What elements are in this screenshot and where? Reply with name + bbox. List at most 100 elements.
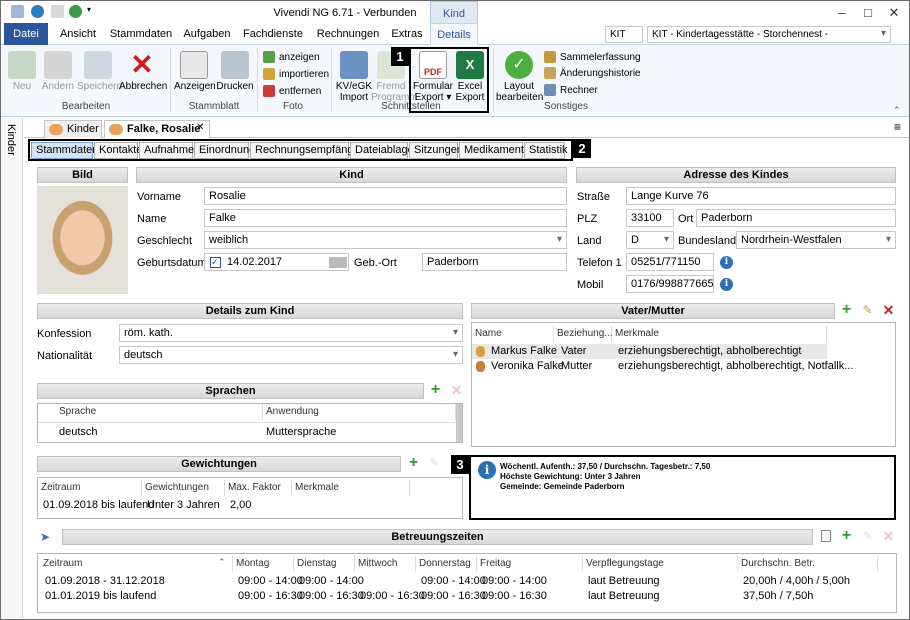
gewichtungen-col-merkmale[interactable]: Merkmale <box>292 480 410 496</box>
foto-anzeigen-button[interactable]: anzeigen <box>263 50 320 65</box>
eltern-col-merkmale[interactable]: Merkmale <box>612 326 827 342</box>
tab-datei[interactable]: Datei <box>4 23 48 45</box>
telefon-field[interactable]: 05251/771150 <box>626 253 714 271</box>
name-field[interactable]: Falke <box>204 209 567 227</box>
calendar-picker-icon[interactable] <box>329 257 347 268</box>
betreuung-col-dienstag[interactable]: Dienstag <box>294 556 355 572</box>
nationalitaet-select[interactable]: deutsch <box>119 346 463 364</box>
nationalitaet-label: Nationalität <box>37 350 93 362</box>
tab-aufgaben[interactable]: Aufgaben <box>179 23 235 45</box>
konfession-select[interactable]: röm. kath. <box>119 324 463 342</box>
side-panel-kinder[interactable]: Kinder <box>1 118 23 618</box>
tab-menu-icon[interactable]: ≡ <box>894 120 901 134</box>
gewichtungen-header: Gewichtungen <box>37 456 401 472</box>
document-preview-icon <box>180 51 208 79</box>
children-icon <box>49 124 63 135</box>
sprachen-col-anwendung[interactable]: Anwendung <box>263 404 456 420</box>
betreuung-col-mittwoch[interactable]: Mittwoch <box>355 556 416 572</box>
eltern-edit-icon[interactable]: ✎ <box>861 304 874 317</box>
sammelerfassung-button[interactable]: Sammelerfassung <box>544 50 641 65</box>
drucken-button[interactable]: Drucken <box>216 51 254 92</box>
bundesland-select[interactable]: Nordrhein-Westfalen <box>736 231 896 249</box>
gewichtungen-col-faktor[interactable]: Max. Faktor <box>225 480 292 496</box>
rechner-button[interactable]: Rechner <box>544 83 598 98</box>
photo-remove-icon <box>263 85 275 97</box>
eltern-delete-icon[interactable]: ✕ <box>882 303 895 317</box>
foto-importieren-button[interactable]: importieren <box>263 67 329 82</box>
betreuung-col-freitag[interactable]: Freitag <box>477 556 583 572</box>
tab-details[interactable]: Details <box>430 23 478 45</box>
table-row[interactable]: Veronika Falke Mutter erziehungsberechti… <box>472 359 853 374</box>
abbrechen-button[interactable]: ✕ Abbrechen <box>119 51 167 93</box>
calculator-icon <box>544 84 556 96</box>
strasse-field[interactable]: Lange Kurve 76 <box>626 187 896 205</box>
eltern-col-beziehung[interactable]: Beziehung... <box>554 326 613 342</box>
telefon-info-icon[interactable]: i <box>720 256 733 269</box>
gebort-field[interactable]: Paderborn <box>422 253 567 271</box>
stammblatt-anzeigen-button[interactable]: Anzeigen <box>174 51 216 92</box>
neu-button[interactable]: Neu <box>7 51 37 92</box>
betreuung-col-donnerstag[interactable]: Donnerstag <box>416 556 477 572</box>
betreuung-col-betreuung[interactable]: Durchschn. Betr. <box>738 556 878 572</box>
eltern-col-name[interactable]: Name <box>472 326 554 342</box>
eltern-add-icon[interactable]: + <box>840 302 853 318</box>
betreuung-col-montag[interactable]: Montag <box>233 556 294 572</box>
pin-icon[interactable]: ➤ <box>40 530 50 544</box>
table-row[interactable]: Markus Falke Vater erziehungsberechtigt,… <box>472 344 827 359</box>
date-checkbox-icon[interactable]: ✓ <box>210 257 221 268</box>
betreuung-delete-icon[interactable]: ✕ <box>882 529 895 543</box>
speichern-button[interactable]: Speichern <box>77 51 122 92</box>
vorname-field[interactable]: Rosalie <box>204 187 567 205</box>
plz-field[interactable]: 33100 <box>626 209 674 227</box>
ort-field[interactable]: Paderborn <box>696 209 896 227</box>
gewichtungen-col-zeitraum[interactable]: Zeitraum <box>38 480 142 496</box>
doc-tab-kinder[interactable]: Kinder <box>44 120 102 138</box>
tab-extras[interactable]: Extras <box>387 23 427 45</box>
sprachen-col-sprache[interactable]: Sprache <box>56 404 263 420</box>
sprachen-scrollbar[interactable] <box>456 404 462 442</box>
sprachen-add-icon[interactable]: + <box>429 382 442 398</box>
table-row[interactable]: deutsch Muttersprache <box>38 422 456 440</box>
org-select[interactable]: KIT - Kindertagesstätte - Storchennest - <box>647 26 891 43</box>
doc-tab-person[interactable]: Falke, Rosalie <box>104 120 210 138</box>
table-row[interactable]: 01.09.2018 - 31.12.2018 09:00 - 14:00 09… <box>38 574 896 589</box>
land-label: Land <box>577 235 602 247</box>
tab-ansicht[interactable]: Ansicht <box>53 23 103 45</box>
sort-ascending-icon[interactable]: ⌃ <box>218 557 226 568</box>
table-row[interactable]: 01.09.2018 bis laufend Unter 3 Jahren 2,… <box>38 498 462 514</box>
group-label-foto: Foto <box>282 101 303 112</box>
betreuung-edit-icon[interactable]: ✎ <box>861 530 874 543</box>
restore-button[interactable]: □ <box>857 4 879 22</box>
aenderungshistorie-button[interactable]: Änderungshistorie <box>544 66 641 81</box>
geschlecht-select[interactable]: weiblich <box>204 231 567 249</box>
tab-fachdienste[interactable]: Fachdienste <box>241 23 305 45</box>
konfession-label: Konfession <box>37 328 92 340</box>
org-short-field[interactable]: KIT <box>605 26 643 43</box>
mobil-info-icon[interactable]: i <box>720 278 733 291</box>
table-row[interactable]: 01.01.2019 bis laufend 09:00 - 16:30 09:… <box>38 589 896 604</box>
tab-rechnungen[interactable]: Rechnungen <box>313 23 383 45</box>
mobil-field[interactable]: 0176/998877665 <box>626 275 714 293</box>
layout-bearbeiten-button[interactable]: ✓ Layout bearbeiten <box>496 51 543 103</box>
minimize-button[interactable]: – <box>831 4 853 22</box>
report-icon[interactable] <box>821 530 831 542</box>
gewichtungen-edit-icon[interactable]: ✎ <box>428 457 441 470</box>
land-select[interactable]: D <box>626 231 674 249</box>
tab-stammdaten[interactable]: Stammdaten <box>109 23 173 45</box>
aendern-button[interactable]: Ändern <box>41 51 75 92</box>
collapse-ribbon-icon[interactable]: ⌃ <box>893 105 901 116</box>
close-button[interactable]: ✕ <box>883 4 905 22</box>
betreuung-add-icon[interactable]: + <box>840 528 853 544</box>
betreuung-col-zeitraum[interactable]: Zeitraum <box>40 556 233 572</box>
gewichtungen-col-gewichtungen[interactable]: Gewichtungen <box>142 480 225 496</box>
eltern-row-beziehung: Mutter <box>561 360 593 372</box>
child-photo[interactable] <box>37 186 128 294</box>
geburtsdatum-field[interactable]: ✓ 14.02.2017 <box>204 253 349 271</box>
betreuung-col-verpflegung[interactable]: Verpflegungstage <box>583 556 738 572</box>
kv-egk-import-button[interactable]: KV/eGK Import <box>335 51 373 103</box>
gewichtungen-add-icon[interactable]: + <box>407 455 420 471</box>
info-line-1: Wöchentl. Aufenth.: 37,50 / Durchschn. T… <box>500 462 711 471</box>
doc-tab-close-icon[interactable]: ✕ <box>196 122 204 133</box>
foto-entfernen-button[interactable]: entfernen <box>263 84 321 99</box>
sprachen-delete-icon[interactable]: ✕ <box>450 383 463 397</box>
